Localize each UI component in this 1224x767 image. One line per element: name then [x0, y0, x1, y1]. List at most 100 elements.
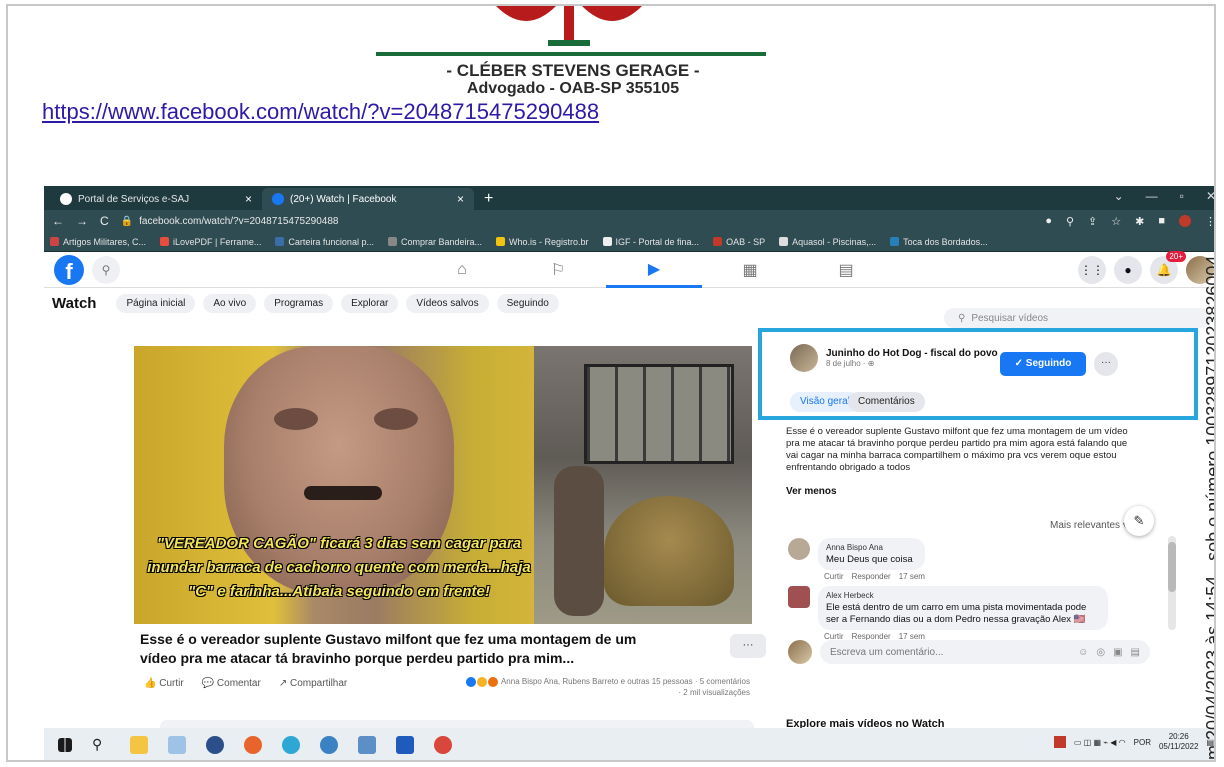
- video-pile: [604, 496, 734, 606]
- back-icon[interactable]: ←: [52, 214, 64, 228]
- views-count: 2 mil visualizações: [683, 688, 750, 697]
- tab-pagina-inicial[interactable]: Página inicial: [116, 293, 196, 313]
- reply-link[interactable]: Responder: [852, 572, 891, 581]
- bookmark-item[interactable]: OAB - SP: [713, 237, 765, 247]
- tab-videos-salvos[interactable]: Vídeos salvos: [406, 293, 489, 313]
- comments-count[interactable]: 5 comentários: [700, 677, 750, 686]
- chrome-icon[interactable]: [320, 736, 338, 754]
- firefox-icon[interactable]: [244, 736, 262, 754]
- windows-start-icon[interactable]: [58, 738, 72, 752]
- avatar[interactable]: [788, 538, 810, 560]
- avatar[interactable]: [788, 586, 810, 608]
- like-link[interactable]: Curtir: [824, 572, 844, 581]
- chrome-icon[interactable]: [434, 736, 452, 754]
- reactions-summary[interactable]: Anna Bispo Ana, Rubens Barreto e outras …: [438, 676, 750, 698]
- comment-bubble: Alex Herbeck Ele está dentro de um carro…: [818, 586, 1108, 630]
- edge-icon[interactable]: [282, 736, 300, 754]
- tab-ao-vivo[interactable]: Ao vivo: [203, 293, 257, 313]
- search-icon[interactable]: ⚲: [92, 736, 110, 754]
- reload-icon[interactable]: C: [100, 214, 109, 228]
- evidence-link[interactable]: https://www.facebook.com/watch/?v=204871…: [42, 99, 599, 125]
- facebook-logo-icon[interactable]: f: [54, 254, 84, 285]
- sidebar-icon[interactable]: ■: [1158, 215, 1165, 227]
- bookmark-item[interactable]: Who.is - Registro.br: [496, 237, 589, 247]
- marketplace-icon[interactable]: ▦: [702, 252, 798, 288]
- paint-icon[interactable]: [168, 736, 186, 754]
- comment-sort-dropdown[interactable]: Mais relevantes ▾: [1050, 520, 1128, 531]
- close-icon[interactable]: ×: [457, 192, 464, 206]
- tab-explorar[interactable]: Explorar: [341, 293, 399, 313]
- video-actions: 👍 Curtir 💬 Comentar ↗ Compartilhar: [144, 678, 347, 689]
- sticker-icon[interactable]: ☺: [1078, 647, 1088, 658]
- flag-icon[interactable]: ⚐: [510, 252, 606, 288]
- video-frame-right: [534, 346, 752, 624]
- profile-icon[interactable]: [1179, 215, 1191, 227]
- bookmark-item[interactable]: IGF - Portal de fina...: [602, 237, 699, 247]
- tray-icons[interactable]: ▭ ◫ ▦ ⌁ ◀ ◠: [1074, 738, 1126, 747]
- home-icon[interactable]: ⌂: [414, 252, 510, 288]
- bookmark-item[interactable]: Artigos Militares, C...: [50, 237, 146, 247]
- google-icon[interactable]: ●: [1045, 215, 1052, 227]
- avatar[interactable]: [790, 344, 818, 372]
- notification-badge: 20+: [1166, 251, 1186, 262]
- restore-icon[interactable]: ▫: [1180, 189, 1184, 203]
- bookmark-item[interactable]: Carteira funcional p...: [275, 237, 374, 247]
- video-search-input[interactable]: ⚲ Pesquisar vídeos: [944, 308, 1212, 328]
- comment-author[interactable]: Anna Bispo Ana: [826, 542, 917, 554]
- page-title: Watch: [52, 294, 97, 312]
- comment-placeholder: Escreva um comentário...: [830, 646, 944, 658]
- forward-icon[interactable]: →: [76, 214, 88, 228]
- bookmark-item[interactable]: Aquasol - Piscinas,...: [779, 237, 876, 247]
- star-icon[interactable]: ☆: [1111, 215, 1121, 228]
- video-player[interactable]: "VEREADOR CAGÃO" ficará 3 dias sem cagar…: [134, 346, 752, 624]
- extensions-icon[interactable]: ✱: [1135, 215, 1144, 228]
- zoom-icon[interactable]: ⚲: [1066, 215, 1074, 228]
- poster-name[interactable]: Juninho do Hot Dog - fiscal do povo: [826, 348, 998, 359]
- url-field[interactable]: 🔒 facebook.com/watch/?v=2048715475290488: [121, 213, 1034, 229]
- share-button[interactable]: ↗ Compartilhar: [279, 678, 347, 689]
- scrollbar-thumb[interactable]: [1168, 542, 1176, 592]
- gif-icon[interactable]: ▤: [1131, 647, 1140, 658]
- tab-seguindo[interactable]: Seguindo: [496, 293, 559, 313]
- tab-programas[interactable]: Programas: [264, 293, 334, 313]
- tab-comentarios[interactable]: Comentários: [848, 392, 925, 412]
- see-less-link[interactable]: Ver menos: [786, 486, 837, 497]
- kebab-menu-icon[interactable]: ⋮: [1205, 215, 1214, 228]
- bookmark-item[interactable]: Toca dos Bordados...: [890, 237, 988, 247]
- clock[interactable]: 20:26 05/11/2022: [1159, 732, 1198, 752]
- new-message-button[interactable]: ✎: [1124, 506, 1154, 536]
- following-button[interactable]: ✓ Seguindo: [1000, 352, 1086, 376]
- comment-input[interactable]: Escreva um comentário... ☺ ◎ ▣ ▤: [820, 640, 1150, 664]
- camera-icon[interactable]: ▣: [1113, 647, 1122, 658]
- tab-facebook-watch[interactable]: (20+) Watch | Facebook ×: [262, 188, 474, 210]
- language-indicator[interactable]: POR: [1134, 738, 1151, 747]
- comment-button[interactable]: 💬 Comentar: [202, 678, 261, 689]
- watch-icon[interactable]: ▶: [606, 252, 702, 288]
- network-app-icon[interactable]: [358, 736, 376, 754]
- more-options-button[interactable]: ···: [1094, 352, 1118, 376]
- comment-author[interactable]: Alex Herbeck: [826, 590, 1100, 602]
- outlook-icon[interactable]: [396, 736, 414, 754]
- gaming-icon[interactable]: ▤: [798, 252, 894, 288]
- share-icon[interactable]: ⇪: [1088, 215, 1097, 228]
- notifications-icon[interactable]: 🔔 20+: [1150, 251, 1186, 284]
- chevron-down-icon[interactable]: ⌄: [1114, 189, 1124, 203]
- tab-esaj[interactable]: Portal de Serviços e-SAJ ×: [50, 188, 262, 210]
- emoji-icon[interactable]: ◎: [1096, 647, 1105, 658]
- like-button[interactable]: 👍 Curtir: [144, 678, 184, 689]
- url-text: facebook.com/watch/?v=2048715475290488: [139, 215, 339, 227]
- file-explorer-icon[interactable]: [130, 736, 148, 754]
- comment-bubble: Anna Bispo Ana Meu Deus que coisa: [818, 538, 925, 570]
- bookmark-item[interactable]: Comprar Bandeira...: [387, 237, 482, 247]
- app-icon[interactable]: [206, 736, 224, 754]
- menu-grid-icon[interactable]: ⋮⋮: [1078, 256, 1106, 284]
- close-window-icon[interactable]: ✕: [1206, 189, 1214, 203]
- new-tab-button[interactable]: +: [474, 190, 503, 210]
- search-icon[interactable]: ⚲: [92, 255, 120, 284]
- bookmark-item[interactable]: iLovePDF | Ferrame...: [160, 237, 261, 247]
- tray-app-icon[interactable]: [1053, 736, 1066, 748]
- more-options-button[interactable]: ···: [730, 634, 766, 658]
- minimize-icon[interactable]: —: [1146, 189, 1158, 203]
- close-icon[interactable]: ×: [245, 192, 252, 206]
- messenger-icon[interactable]: ●: [1114, 256, 1142, 284]
